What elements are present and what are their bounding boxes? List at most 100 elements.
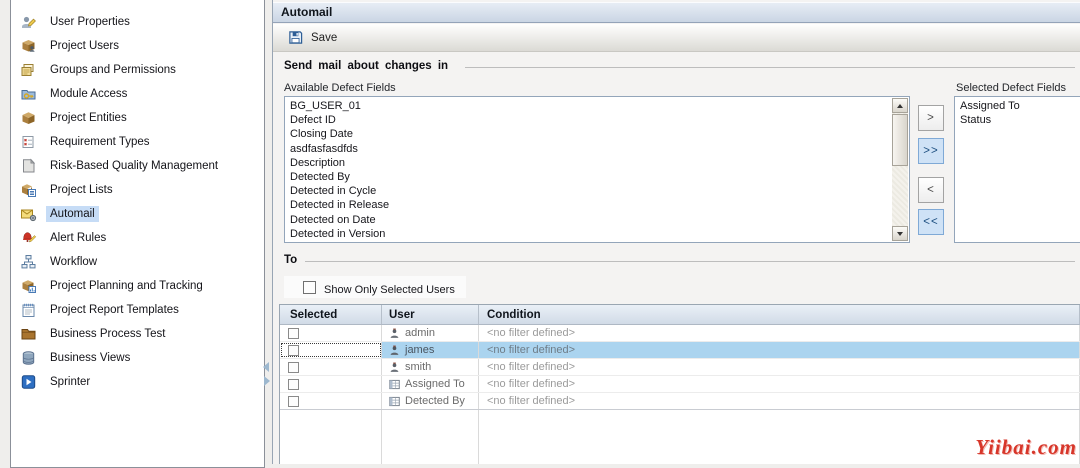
add-all-fields-button[interactable]: >>: [918, 138, 944, 164]
list-item[interactable]: Detected in Cycle: [290, 184, 909, 198]
add-field-button[interactable]: >: [918, 105, 944, 131]
sidebar-item-user-properties[interactable]: User Properties: [11, 10, 264, 34]
scroll-down-button[interactable]: [892, 226, 908, 241]
users-table: Selected User Condition admin <no filter…: [279, 304, 1080, 464]
table-empty-area: [280, 410, 1080, 464]
automail-panel: Automail Save Send mail about changes in…: [272, 0, 1080, 464]
table-row[interactable]: Assigned To <no filter defined>: [280, 376, 1080, 393]
arrow-up-icon: [897, 104, 903, 108]
scroll-up-button[interactable]: [892, 98, 908, 113]
list-item[interactable]: Assigned To: [960, 99, 1080, 113]
to-group-line: [305, 261, 1075, 262]
condition-value[interactable]: <no filter defined>: [487, 327, 575, 339]
remove-field-button[interactable]: <: [918, 177, 944, 203]
list-item[interactable]: Detected in Version: [290, 227, 909, 241]
sidebar-item-label: Groups and Permissions: [46, 62, 180, 78]
customization-sidebar: User Properties Project Users Groups and…: [10, 0, 265, 468]
sidebar-item-requirement-types[interactable]: Requirement Types: [11, 130, 264, 154]
project-entities-icon: [20, 110, 37, 126]
column-header-condition[interactable]: Condition: [479, 305, 1080, 324]
show-only-selected-users-checkbox[interactable]: [303, 281, 316, 294]
sidebar-item-label: Automail: [46, 206, 99, 222]
list-item[interactable]: Detected By: [290, 170, 909, 184]
list-item[interactable]: Detected on Date: [290, 213, 909, 227]
user-name: Detected By: [405, 395, 465, 407]
list-item[interactable]: Description: [290, 156, 909, 170]
send-mail-group-line: [465, 67, 1075, 68]
sidebar-item-alert-rules[interactable]: Alert Rules: [11, 226, 264, 250]
sidebar-item-risk-based-quality[interactable]: Risk-Based Quality Management: [11, 154, 264, 178]
watermark: Yiibai.com: [975, 435, 1077, 460]
sidebar-item-label: Project Lists: [46, 182, 117, 198]
sidebar-item-module-access[interactable]: Module Access: [11, 82, 264, 106]
sidebar-item-label: Business Views: [46, 350, 134, 366]
sidebar-item-business-views[interactable]: Business Views: [11, 346, 264, 370]
user-name: smith: [405, 361, 431, 373]
sidebar-item-workflow[interactable]: Workflow: [11, 250, 264, 274]
sidebar-item-sprinter[interactable]: Sprinter: [11, 370, 264, 394]
workflow-icon: [20, 254, 37, 270]
sidebar-item-label: Requirement Types: [46, 134, 154, 150]
sidebar-item-automail[interactable]: Automail: [11, 202, 264, 226]
table-row[interactable]: smith <no filter defined>: [280, 359, 1080, 376]
sidebar-item-label: Business Process Test: [46, 326, 169, 342]
scrollbar-thumb[interactable]: [892, 114, 908, 166]
toolbar: Save: [273, 24, 1080, 52]
list-item[interactable]: Detected in Release: [290, 198, 909, 212]
condition-value[interactable]: <no filter defined>: [487, 361, 575, 373]
condition-value[interactable]: <no filter defined>: [487, 378, 575, 390]
sidebar-item-groups-permissions[interactable]: Groups and Permissions: [11, 58, 264, 82]
save-button[interactable]: Save: [281, 27, 344, 48]
available-fields-label: Available Defect Fields: [284, 82, 396, 94]
user-name: admin: [405, 327, 435, 339]
table-row[interactable]: Detected By <no filter defined>: [280, 393, 1080, 410]
collapse-left-icon[interactable]: [263, 362, 269, 372]
to-group-title: To: [284, 254, 297, 266]
planning-tracking-icon: [20, 278, 37, 294]
column-header-user[interactable]: User: [382, 305, 479, 324]
available-fields-listbox[interactable]: BG_USER_01 Defect ID Closing Date asdfas…: [284, 96, 910, 243]
groups-permissions-icon: [20, 62, 37, 78]
column-header-selected[interactable]: Selected: [280, 305, 382, 324]
user-name: Assigned To: [405, 378, 465, 390]
sidebar-splitter[interactable]: [262, 362, 272, 386]
expand-right-icon[interactable]: [264, 376, 270, 386]
row-checkbox[interactable]: [288, 362, 299, 373]
user-properties-icon: [20, 14, 37, 30]
sidebar-item-label: Project Planning and Tracking: [46, 278, 207, 294]
row-checkbox[interactable]: [288, 328, 299, 339]
business-views-icon: [20, 350, 37, 366]
remove-all-fields-button[interactable]: <<: [918, 209, 944, 235]
list-item[interactable]: Status: [960, 113, 1080, 127]
automail-icon: [20, 206, 37, 222]
sidebar-item-label: Project Entities: [46, 110, 131, 126]
table-row-selected[interactable]: james <no filter defined>: [280, 342, 1080, 359]
list-item[interactable]: Closing Date: [290, 127, 909, 141]
vertical-scrollbar[interactable]: [892, 98, 908, 241]
sidebar-item-project-users[interactable]: Project Users: [11, 34, 264, 58]
project-users-icon: [20, 38, 37, 54]
sidebar-item-planning-tracking[interactable]: Project Planning and Tracking: [11, 274, 264, 298]
report-templates-icon: [20, 302, 37, 318]
list-item[interactable]: BG_USER_01: [290, 99, 909, 113]
sidebar-item-report-templates[interactable]: Project Report Templates: [11, 298, 264, 322]
selected-fields-listbox[interactable]: Assigned To Status: [954, 96, 1080, 243]
sidebar-item-project-entities[interactable]: Project Entities: [11, 106, 264, 130]
user-icon: [389, 362, 400, 373]
arrow-down-icon: [897, 232, 903, 236]
row-checkbox[interactable]: [288, 396, 299, 407]
row-checkbox[interactable]: [288, 379, 299, 390]
list-item[interactable]: Defect ID: [290, 113, 909, 127]
list-item[interactable]: asdfasfasdfds: [290, 142, 909, 156]
sidebar-item-project-lists[interactable]: Project Lists: [11, 178, 264, 202]
sidebar-item-business-process-test[interactable]: Business Process Test: [11, 322, 264, 346]
condition-value[interactable]: <no filter defined>: [487, 344, 575, 356]
show-only-selected-users-label: Show Only Selected Users: [324, 284, 455, 296]
business-process-test-icon: [20, 326, 37, 342]
requirement-types-icon: [20, 134, 37, 150]
row-checkbox[interactable]: [288, 345, 299, 356]
sidebar-item-label: Sprinter: [46, 374, 94, 390]
sidebar-item-label: Risk-Based Quality Management: [46, 158, 222, 174]
table-row[interactable]: admin <no filter defined>: [280, 325, 1080, 342]
condition-value[interactable]: <no filter defined>: [487, 395, 575, 407]
